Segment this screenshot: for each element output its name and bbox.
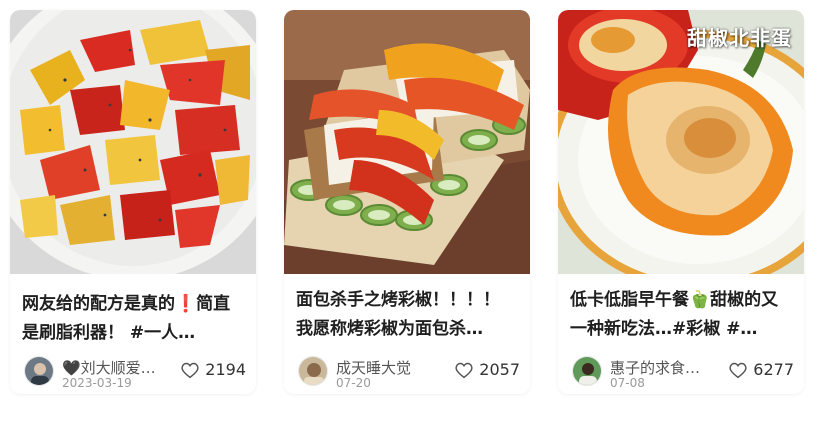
heart-outline-icon	[455, 362, 473, 378]
post-card[interactable]: 甜椒北非蛋 低卡低脂早午餐🫑甜椒的又一种新吃法…#彩椒 #… 惠子的求食… 07…	[558, 10, 804, 394]
post-meta: 🖤刘大顺爱… 2023-03-19 2194	[22, 356, 246, 392]
post-cover-image[interactable]	[10, 10, 256, 274]
author-name[interactable]: 成天睡大觉	[336, 357, 454, 378]
cover-watermark: 甜椒北非蛋	[687, 26, 792, 50]
post-title[interactable]: 面包杀手之烤彩椒！！！！ 我愿称烤彩椒为面包杀…	[296, 286, 520, 344]
post-card[interactable]: 面包杀手之烤彩椒！！！！ 我愿称烤彩椒为面包杀… 成天睡大觉 07-20 205…	[284, 10, 530, 394]
post-title[interactable]: 低卡低脂早午餐🫑甜椒的又一种新吃法…#彩椒 #…	[570, 286, 794, 344]
avatar[interactable]	[572, 356, 602, 386]
post-card[interactable]: 网友给的配方是真的❗️简直是刷脂利器！ #一人… 🖤刘大顺爱… 2023-03-…	[10, 10, 256, 394]
like-count: 2057	[479, 360, 520, 379]
post-date: 07-20	[336, 376, 371, 390]
like-button[interactable]: 6277	[728, 360, 794, 379]
post-meta: 成天睡大觉 07-20 2057	[296, 356, 520, 392]
avatar[interactable]	[24, 356, 54, 386]
post-meta: 惠子的求食… 07-08 6277	[570, 356, 794, 392]
post-cover-image[interactable]	[284, 10, 530, 274]
author-name[interactable]: 惠子的求食…	[610, 357, 728, 378]
post-date: 2023-03-19	[62, 376, 132, 390]
post-date: 07-08	[610, 376, 645, 390]
like-button[interactable]: 2057	[454, 360, 520, 379]
heart-outline-icon	[181, 362, 199, 378]
avatar[interactable]	[298, 356, 328, 386]
like-button[interactable]: 2194	[180, 360, 246, 379]
author-name[interactable]: 🖤刘大顺爱…	[62, 357, 180, 378]
post-cover-image[interactable]: 甜椒北非蛋	[558, 10, 804, 274]
like-count: 2194	[205, 360, 246, 379]
post-title[interactable]: 网友给的配方是真的❗️简直是刷脂利器！ #一人…	[22, 290, 246, 348]
heart-outline-icon	[729, 362, 747, 378]
like-count: 6277	[753, 360, 794, 379]
